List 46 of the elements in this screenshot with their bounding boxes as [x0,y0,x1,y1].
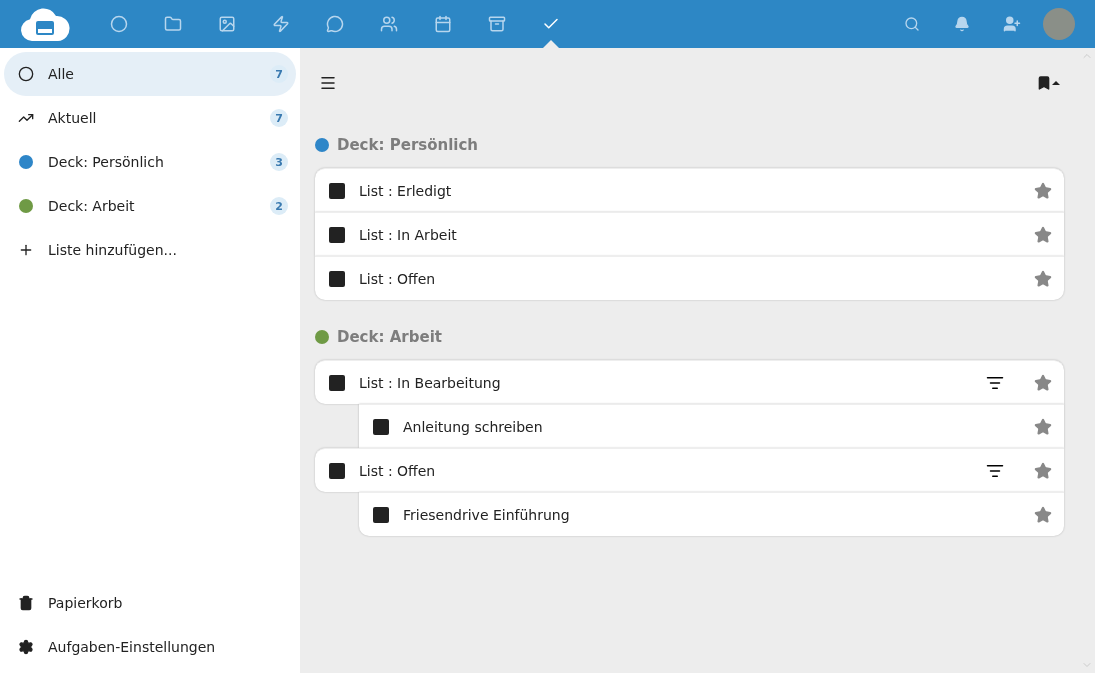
sidebar-item[interactable]: Deck: Arbeit 2 [4,184,296,228]
task-row[interactable]: List : Offen [315,256,1064,300]
count-badge: 7 [270,109,288,127]
task-title: List : Offen [359,270,437,287]
trash-icon [18,595,34,611]
plus-icon [18,242,34,258]
checkbox[interactable] [329,374,345,391]
task-title: Anleitung schreiben [403,418,544,435]
sidebar-item[interactable]: Papierkorb [4,581,296,625]
checkbox[interactable] [329,182,345,199]
checkbox[interactable] [373,506,389,523]
task-title: Friesendrive Einführung [403,506,571,523]
task-row[interactable]: Friesendrive Einführung [359,492,1064,536]
sidebar-item[interactable]: Aufgaben-Einstellungen [4,625,296,669]
task-title: List : Erledigt [359,182,453,199]
star-icon[interactable] [1034,505,1052,524]
checkbox[interactable] [329,462,345,479]
count-badge: 7 [270,65,288,83]
star-icon[interactable] [1034,373,1052,392]
task-row[interactable]: List : Offen [315,448,1064,492]
task-row[interactable]: List : In Bearbeitung [315,360,1064,404]
task-row[interactable]: Anleitung schreiben [359,404,1064,448]
star-icon[interactable] [1034,461,1052,480]
group-title: Deck: Persönlich [337,136,479,154]
star-icon[interactable] [1034,181,1052,200]
checkbox[interactable] [329,226,345,243]
task-title: List : In Bearbeitung [359,374,502,391]
sidebar-item[interactable]: Aktuell 7 [4,96,296,140]
checkbox[interactable] [329,270,345,287]
count-badge: 2 [270,197,288,215]
task-title: List : Offen [359,462,437,479]
count-badge: 3 [270,153,288,171]
star-icon[interactable] [1034,269,1052,288]
sidebar-item[interactable]: Liste hinzufügen... [4,228,296,272]
group-title: Deck: Arbeit [337,328,442,346]
star-icon[interactable] [1034,225,1052,244]
sidebar-item[interactable]: Deck: Persönlich 3 [4,140,296,184]
task-row[interactable]: List : In Arbeit [315,212,1064,256]
task-row[interactable]: List : Erledigt [315,168,1064,212]
checkbox[interactable] [373,418,389,435]
task-title: List : In Arbeit [359,226,458,243]
circle-icon [18,66,34,82]
settings-icon [18,639,34,655]
star-icon[interactable] [1034,417,1052,436]
cloud-logo[interactable] [20,7,70,41]
sidebar-item[interactable]: Alle 7 [4,52,296,96]
